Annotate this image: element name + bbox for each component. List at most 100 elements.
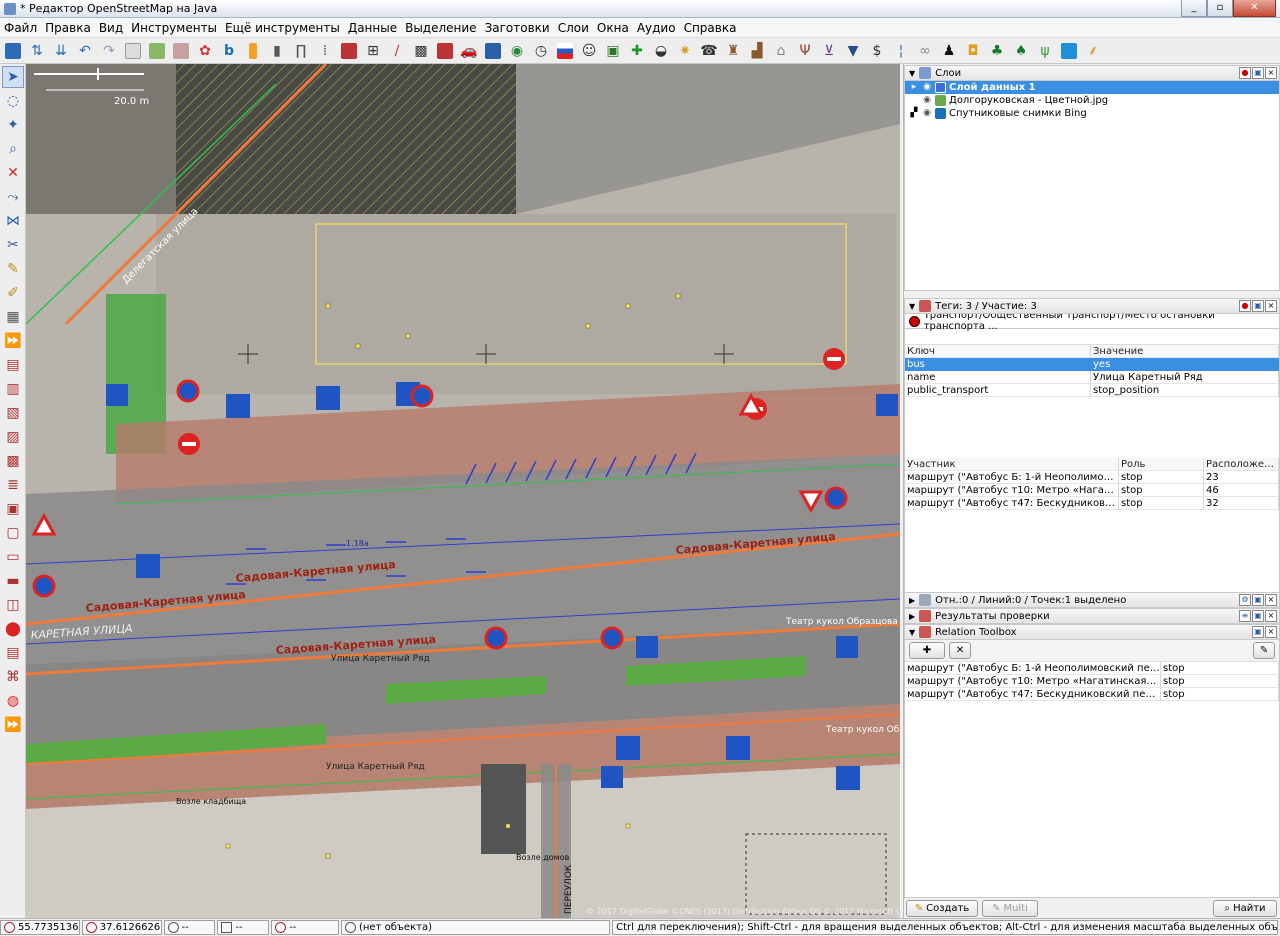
restaurant-icon[interactable]: Ψ [794, 40, 816, 62]
layer-tool-11-icon[interactable]: ◫ [2, 594, 24, 616]
maximize-button[interactable]: ▫ [1207, 0, 1233, 17]
tag-row[interactable]: name Улица Каретный Ряд [905, 371, 1279, 384]
member-role[interactable]: stop [1119, 471, 1204, 484]
member-name[interactable]: маршрут ("Автобус т47: Бескудниковский п… [905, 497, 1119, 510]
relation-role[interactable]: stop [1161, 688, 1279, 701]
draw-tool-icon[interactable]: ✎ [2, 258, 24, 280]
tag-value[interactable]: Улица Каретный Ряд [1091, 371, 1279, 384]
member-column-header[interactable]: Участник [905, 458, 1119, 471]
hedge-icon[interactable]: ∕ [386, 40, 408, 62]
draw-node-icon[interactable]: ✦ [2, 114, 24, 136]
panel-close-icon[interactable]: ● [1239, 300, 1251, 312]
tag-row[interactable]: bus yes [905, 358, 1279, 371]
layers-panel-header[interactable]: ▼ Слои ● ▣ × [904, 65, 1280, 81]
relation-name[interactable]: маршрут ("Автобус Б: 1-й Неополимовский … [905, 662, 1161, 675]
menu-layers[interactable]: Слои [554, 21, 593, 35]
industry-icon[interactable]: ▟ [746, 40, 768, 62]
relation-row[interactable]: маршрут ("Автобус т47: Бескудниковский п… [905, 688, 1279, 701]
relation-role[interactable]: stop [1161, 675, 1279, 688]
role-column-header[interactable]: Роль [1119, 458, 1204, 471]
menu-audio[interactable]: Аудио [633, 21, 680, 35]
layer-tool-14-icon[interactable]: ◍ [2, 690, 24, 712]
bench-icon[interactable]: ▣ [602, 40, 624, 62]
member-role[interactable]: stop [1119, 497, 1204, 510]
layer-row-bing[interactable]: ▞ ◉ Спутниковые снимки Bing [905, 107, 1279, 120]
expand-arrow-icon[interactable]: ▶ [909, 612, 915, 621]
menu-file[interactable]: Файл [0, 21, 41, 35]
panel-detach-icon[interactable]: ▣ [1252, 626, 1264, 638]
car-icon[interactable]: 🚗 [458, 40, 480, 62]
tag-value[interactable]: stop_position [1091, 384, 1279, 397]
imagery-3-icon[interactable]: ✿ [194, 40, 216, 62]
collapse-arrow-icon[interactable]: ▼ [909, 69, 915, 78]
split-way-icon[interactable]: ✂ [2, 234, 24, 256]
position-column-header[interactable]: Расположение [1204, 458, 1279, 471]
bollard-icon[interactable]: ⁞ [314, 40, 336, 62]
redo-icon[interactable]: ↷ [98, 40, 120, 62]
layer-row-data[interactable]: ▸ ◉ Слой данных 1 [905, 81, 1279, 94]
menu-selection[interactable]: Выделение [401, 21, 480, 35]
panel-x-icon[interactable]: × [1265, 300, 1277, 312]
dentist-icon[interactable]: ¦ [890, 40, 912, 62]
layer-tool-9-icon[interactable]: ▭ [2, 546, 24, 568]
upload-icon[interactable]: ⇅ [26, 40, 48, 62]
layer-tool-3-icon[interactable]: ▧ [2, 402, 24, 424]
layer-tool-1-icon[interactable]: ▤ [2, 354, 24, 376]
water-icon[interactable] [1058, 40, 1080, 62]
imagery-2-icon[interactable] [170, 40, 192, 62]
expand-arrow-icon[interactable]: ▶ [909, 596, 915, 605]
zoom-tool-icon[interactable]: ⌕ [2, 138, 24, 160]
lasso-tool-icon[interactable]: ◌ [2, 90, 24, 112]
link-icon[interactable]: ∞ [914, 40, 936, 62]
money-icon[interactable]: $ [866, 40, 888, 62]
marker-tool-icon[interactable]: ⬤ [2, 618, 24, 640]
multi-button[interactable]: ✎ Multi [982, 899, 1038, 917]
forest-icon[interactable]: ♠ [1010, 40, 1032, 62]
theatre-icon[interactable]: ☺ [578, 40, 600, 62]
panel-x-icon[interactable]: × [1265, 610, 1277, 622]
collapse-arrow-icon[interactable]: ▼ [909, 628, 915, 637]
map-canvas[interactable]: 20.0 m Садовая-Каретная улица Садовая-Ка… [26, 64, 900, 918]
panel-x-icon[interactable]: × [1265, 626, 1277, 638]
globe-icon[interactable]: ◉ [506, 40, 528, 62]
wheat-icon[interactable]: ⸙ [1082, 40, 1104, 62]
select-tool-icon[interactable]: ➤ [2, 66, 24, 88]
house-icon[interactable]: ⌂ [770, 40, 792, 62]
layer-row-image[interactable]: ◉ Долгоруковская - Цветной.jpg [905, 94, 1279, 107]
relation-role[interactable]: stop [1161, 662, 1279, 675]
member-position[interactable]: 23 [1204, 471, 1279, 484]
close-button[interactable]: ✕ [1233, 0, 1276, 17]
castle-icon[interactable]: ♜ [722, 40, 744, 62]
tree-icon[interactable]: ♣ [986, 40, 1008, 62]
relation-row[interactable]: маршрут ("Автобус т10: Метро «Нагатинска… [905, 675, 1279, 688]
relation-name[interactable]: маршрут ("Автобус т10: Метро «Нагатинска… [905, 675, 1161, 688]
more-tools-icon[interactable]: ⏩ [2, 330, 24, 352]
tag-value[interactable]: yes [1091, 358, 1279, 371]
panel-detach-icon[interactable]: ▣ [1252, 594, 1264, 606]
bag-icon[interactable]: ◘ [962, 40, 984, 62]
layer-tool-12-icon[interactable]: ▤ [2, 642, 24, 664]
panel-detach-icon[interactable]: ▣ [1252, 300, 1264, 312]
tags-panel-header[interactable]: ▼ Теги: 3 / Участие: 3 ● ▣ × [904, 298, 1280, 314]
member-name[interactable]: маршрут ("Автобус Б: 1-й Неополимовский … [905, 471, 1119, 484]
map-view[interactable]: 20.0 m Садовая-Каретная улица Садовая-Ка… [26, 64, 900, 918]
menu-windows[interactable]: Окна [593, 21, 633, 35]
bing-icon[interactable]: b [218, 40, 240, 62]
member-position[interactable]: 46 [1204, 484, 1279, 497]
selection-panel-header[interactable]: ▶ Отн.:0 / Линий:0 / Точек:1 выделено ⚙ ▣… [904, 592, 1280, 608]
panel-settings-icon[interactable]: ≡ [1239, 610, 1251, 622]
open-file-icon[interactable] [2, 40, 24, 62]
member-row[interactable]: маршрут ("Автобус т47: Бескудниковский п… [905, 497, 1279, 510]
tag-row[interactable]: public_transport stop_position [905, 384, 1279, 397]
menu-presets[interactable]: Заготовки [481, 21, 554, 35]
clothes-icon[interactable]: ▼ [842, 40, 864, 62]
tag-key[interactable]: name [905, 371, 1091, 384]
paint-tool-icon[interactable]: ✐ [2, 282, 24, 304]
toilets-icon[interactable]: ◒ [650, 40, 672, 62]
preferences-icon[interactable] [122, 40, 144, 62]
key-column-header[interactable]: Ключ [905, 345, 1091, 358]
clock-icon[interactable]: ◷ [530, 40, 552, 62]
collapse-arrow-icon[interactable]: ▼ [909, 302, 915, 311]
layer-tool-8-icon[interactable]: ▢ [2, 522, 24, 544]
tag-key[interactable]: public_transport [905, 384, 1091, 397]
